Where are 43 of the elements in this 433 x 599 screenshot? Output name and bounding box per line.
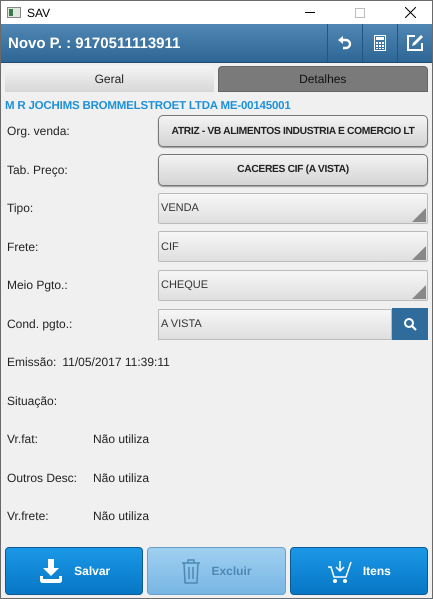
cart-icon <box>326 558 353 584</box>
customer-name: M R JOCHIMS BROMMELSTROET LTDA ME-00145001 <box>4 99 292 112</box>
edit-icon <box>406 34 424 52</box>
input-field[interactable]: A VISTA <box>158 308 392 340</box>
save-button[interactable]: Salvar <box>5 547 144 595</box>
field-label: Outros Desc: <box>7 470 78 485</box>
maximize-icon <box>355 8 365 18</box>
field-label: Vr.frete: <box>7 509 50 524</box>
field-label: Tab. Preço: <box>7 162 69 177</box>
cart-button[interactable]: Itens <box>290 547 428 595</box>
dropdown[interactable]: CIF <box>158 231 428 262</box>
field-value: Não utiliza <box>93 509 150 524</box>
close-icon <box>404 7 416 18</box>
download-icon <box>38 558 64 584</box>
tab[interactable]: Detalhes <box>218 66 428 92</box>
field-label: Meio Pgto.: <box>7 278 69 292</box>
tab[interactable]: Geral <box>5 66 214 92</box>
field-label: Emissão: <box>7 355 56 370</box>
dropdown[interactable]: CHEQUE <box>158 270 428 301</box>
trash-icon <box>181 558 202 584</box>
dropdown[interactable]: VENDA <box>158 192 428 224</box>
search-button[interactable] <box>392 308 428 340</box>
field-label: Org. venda: <box>7 124 71 138</box>
undo-icon <box>338 35 352 51</box>
field-label: Cond. pgto.: <box>7 316 74 331</box>
select-button[interactable]: CACERES CIF (A VISTA) <box>158 154 428 186</box>
corner-icon <box>412 208 426 222</box>
calculator-icon <box>374 35 386 51</box>
search-icon <box>403 316 417 331</box>
field-value: Não utiliza <box>93 432 150 446</box>
order-title: Novo P. : 9170511113911 <box>7 34 182 52</box>
window-title: SAV <box>27 6 52 20</box>
minimize-icon <box>305 12 315 14</box>
corner-icon <box>412 246 426 260</box>
field-label: Situação: <box>7 394 58 408</box>
field-label: Frete: <box>7 240 40 254</box>
field-label: Tipo: <box>7 201 34 216</box>
corner-icon <box>412 284 426 299</box>
app-icon <box>7 7 21 18</box>
field-value: 11/05/2017 11:39:11 <box>62 355 170 370</box>
field-label: Vr.fat: <box>7 432 39 446</box>
field-value: Não utiliza <box>93 470 150 485</box>
select-button[interactable]: ATRIZ - VB ALIMENTOS INDUSTRIA E COMERCIO LT <box>158 115 428 148</box>
